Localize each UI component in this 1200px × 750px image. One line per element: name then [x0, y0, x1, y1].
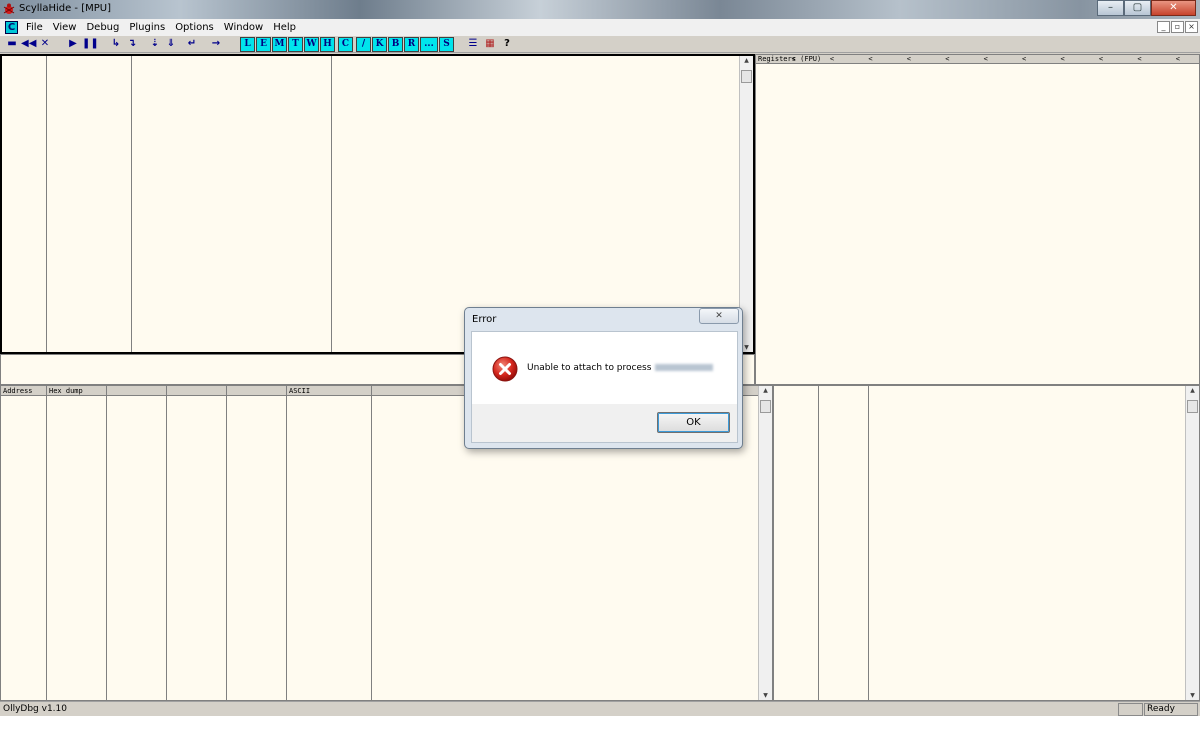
- executable-modules-button[interactable]: E: [256, 37, 271, 52]
- scroll-up-arrow-icon[interactable]: ▲: [759, 387, 772, 394]
- error-message: Unable to attach to process: [527, 363, 714, 373]
- handles-button[interactable]: H: [320, 37, 335, 52]
- run-trace-button[interactable]: ...: [420, 37, 438, 52]
- registers-header[interactable]: Registers (FPU) < < < < < < < < < < <: [756, 55, 1199, 64]
- mdi-minimize-button[interactable]: _: [1157, 21, 1170, 33]
- column-separator[interactable]: [46, 56, 47, 352]
- dialog-close-button[interactable]: ✕: [699, 308, 739, 324]
- scroll-up-arrow-icon[interactable]: ▲: [1186, 387, 1199, 394]
- error-icon: [492, 356, 518, 382]
- stack-pane[interactable]: ▲ ▼: [773, 385, 1200, 701]
- menu-file[interactable]: File: [21, 22, 48, 33]
- mdi-close-button[interactable]: ×: [1185, 21, 1198, 33]
- error-dialog: Error ✕ Unable to attach to process OK: [464, 307, 743, 449]
- menu-bar: C File View Debug Plugins Options Window…: [0, 19, 1200, 36]
- stack-scrollbar[interactable]: ▲ ▼: [1185, 386, 1199, 700]
- goto-icon[interactable]: →: [209, 37, 223, 52]
- header-hex-dump[interactable]: Hex dump: [47, 386, 287, 396]
- menu-debug[interactable]: Debug: [81, 22, 124, 33]
- dialog-body: Unable to attach to process OK: [471, 331, 738, 443]
- execute-till-return-icon[interactable]: ↵: [185, 37, 199, 52]
- colors-icon[interactable]: ▦: [483, 37, 497, 52]
- dump-scrollbar[interactable]: ▲ ▼: [758, 386, 772, 700]
- step-into-icon[interactable]: ↳: [109, 37, 123, 52]
- restart-icon[interactable]: ◀◀: [21, 37, 36, 52]
- close-button[interactable]: ✕: [1151, 0, 1196, 16]
- column-separator: [46, 386, 47, 700]
- column-separator[interactable]: [331, 56, 332, 352]
- windows-button[interactable]: W: [304, 37, 319, 52]
- scroll-down-arrow-icon[interactable]: ▼: [759, 692, 772, 699]
- pause-icon[interactable]: ❚❚: [82, 37, 99, 52]
- log-window-button[interactable]: L: [240, 37, 255, 52]
- ok-button[interactable]: OK: [657, 412, 730, 433]
- breakpoints-button[interactable]: B: [388, 37, 403, 52]
- dialog-title: Error: [472, 314, 497, 325]
- menu-help[interactable]: Help: [268, 22, 301, 33]
- column-separator: [106, 386, 107, 700]
- source-button[interactable]: S: [439, 37, 454, 52]
- cpu-window-icon[interactable]: C: [5, 21, 18, 34]
- registers-arrows[interactable]: < < < < < < < < < < <: [791, 55, 1195, 64]
- column-separator: [226, 386, 227, 700]
- maximize-button[interactable]: ▢: [1124, 0, 1151, 16]
- header-ascii[interactable]: ASCII: [287, 386, 372, 396]
- dialog-content: Unable to attach to process: [472, 332, 737, 404]
- menu-window[interactable]: Window: [219, 22, 268, 33]
- redacted-process-name: [655, 364, 714, 371]
- column-separator: [286, 386, 287, 700]
- trace-over-icon[interactable]: ⇓: [164, 37, 178, 52]
- patches-button[interactable]: /: [356, 37, 371, 52]
- status-panel: [1118, 703, 1143, 716]
- scroll-thumb[interactable]: [1187, 400, 1198, 413]
- column-separator: [868, 386, 869, 700]
- header-address[interactable]: Address: [1, 386, 47, 396]
- toolbar: ▬ ◀◀ ✕ ▶ ❚❚ ↳ ↴ ⇣ ⇓ ↵ → L E M T W H C / …: [0, 36, 1200, 53]
- threads-button[interactable]: T: [288, 37, 303, 52]
- step-over-icon[interactable]: ↴: [125, 37, 139, 52]
- open-icon[interactable]: ▬: [5, 37, 19, 52]
- references-button[interactable]: R: [404, 37, 419, 52]
- menu-view[interactable]: View: [48, 22, 82, 33]
- run-icon[interactable]: ▶: [66, 37, 80, 52]
- column-separator: [371, 386, 372, 700]
- scroll-thumb[interactable]: [760, 400, 771, 413]
- status-version: OllyDbg v1.10: [3, 704, 67, 714]
- memory-map-button[interactable]: M: [272, 37, 287, 52]
- list-icon[interactable]: ☰: [466, 37, 480, 52]
- column-separator: [166, 386, 167, 700]
- minimize-button[interactable]: –: [1097, 0, 1124, 16]
- window-title: ScyllaHide - [MPU]: [19, 3, 111, 14]
- status-bar: OllyDbg v1.10 Ready: [0, 701, 1200, 716]
- ollydbg-window: ScyllaHide - [MPU] – ▢ ✕ C File View Deb…: [0, 0, 1200, 716]
- scyllahide-bug-icon: [3, 3, 15, 14]
- column-separator[interactable]: [131, 56, 132, 352]
- mdi-restore-button[interactable]: ▫: [1171, 21, 1184, 33]
- scroll-down-arrow-icon[interactable]: ▼: [1186, 692, 1199, 699]
- trace-into-icon[interactable]: ⇣: [148, 37, 162, 52]
- scroll-up-arrow-icon[interactable]: ▲: [740, 57, 753, 64]
- cpu-button[interactable]: C: [338, 37, 353, 52]
- error-message-text: Unable to attach to process: [527, 363, 652, 373]
- registers-pane[interactable]: Registers (FPU) < < < < < < < < < < <: [755, 54, 1200, 385]
- title-bar[interactable]: ScyllaHide - [MPU] – ▢ ✕: [0, 0, 1200, 19]
- close-process-icon[interactable]: ✕: [38, 37, 52, 52]
- scroll-thumb[interactable]: [741, 70, 752, 83]
- help-icon[interactable]: ?: [500, 37, 514, 52]
- menu-options[interactable]: Options: [170, 22, 219, 33]
- menu-plugins[interactable]: Plugins: [124, 22, 170, 33]
- column-separator: [818, 386, 819, 700]
- call-stack-button[interactable]: K: [372, 37, 387, 52]
- status-state: Ready: [1147, 704, 1175, 714]
